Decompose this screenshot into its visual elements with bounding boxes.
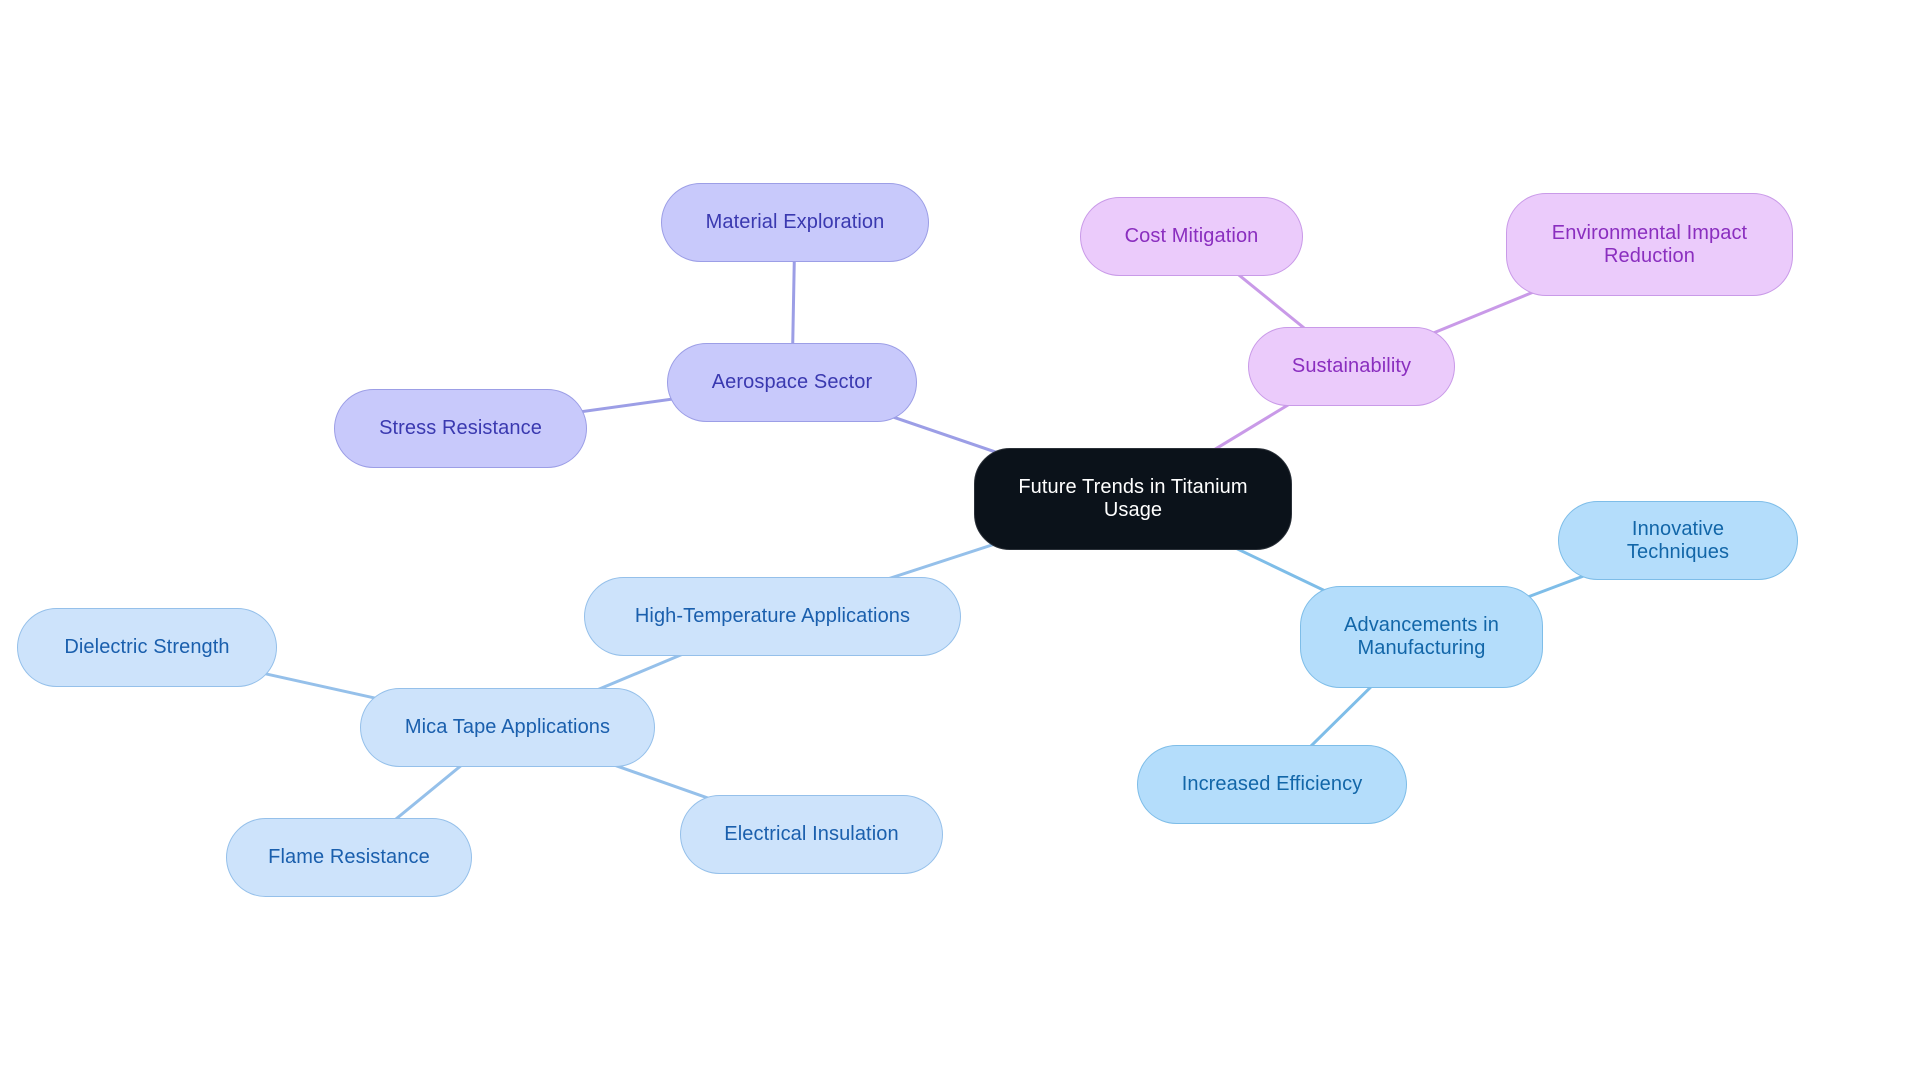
node-label: Stress Resistance [379, 417, 542, 439]
node-label: Electrical Insulation [724, 823, 899, 845]
node-stress-resistance[interactable]: Stress Resistance [334, 389, 587, 468]
node-increased-efficiency[interactable]: Increased Efficiency [1137, 745, 1407, 824]
node-label: Flame Resistance [268, 846, 430, 868]
node-label: High-Temperature Applications [634, 605, 911, 627]
node-dielectric-strength[interactable]: Dielectric Strength [17, 608, 277, 687]
node-mica-tape-applications[interactable]: Mica Tape Applications [360, 688, 655, 767]
node-label: Cost Mitigation [1124, 225, 1259, 247]
root-node-future-trends[interactable]: Future Trends in Titanium Usage [974, 448, 1292, 550]
node-flame-resistance[interactable]: Flame Resistance [226, 818, 472, 897]
node-cost-mitigation[interactable]: Cost Mitigation [1080, 197, 1303, 276]
node-material-exploration[interactable]: Material Exploration [661, 183, 929, 262]
node-label: Increased Efficiency [1181, 773, 1363, 795]
node-label: Aerospace Sector [711, 371, 873, 393]
node-label: Dielectric Strength [64, 636, 230, 658]
node-label: Material Exploration [705, 211, 885, 233]
node-label: Environmental Impact Reduction [1551, 221, 1748, 267]
node-environmental-impact-reduction[interactable]: Environmental Impact Reduction [1506, 193, 1793, 296]
node-label: Innovative Techniques [1626, 517, 1730, 563]
root-node-label: Future Trends in Titanium Usage [1018, 476, 1248, 521]
node-label: Advancements in Manufacturing [1344, 614, 1499, 659]
node-sustainability[interactable]: Sustainability [1248, 327, 1455, 406]
node-label: Sustainability [1291, 355, 1412, 377]
node-high-temperature-applications[interactable]: High-Temperature Applications [584, 577, 961, 656]
node-innovative-techniques[interactable]: Innovative Techniques [1558, 501, 1798, 580]
node-label: Mica Tape Applications [404, 716, 611, 738]
node-aerospace-sector[interactable]: Aerospace Sector [667, 343, 917, 422]
node-electrical-insulation[interactable]: Electrical Insulation [680, 795, 943, 874]
node-advancements-in-manufacturing[interactable]: Advancements in Manufacturing [1300, 586, 1543, 688]
